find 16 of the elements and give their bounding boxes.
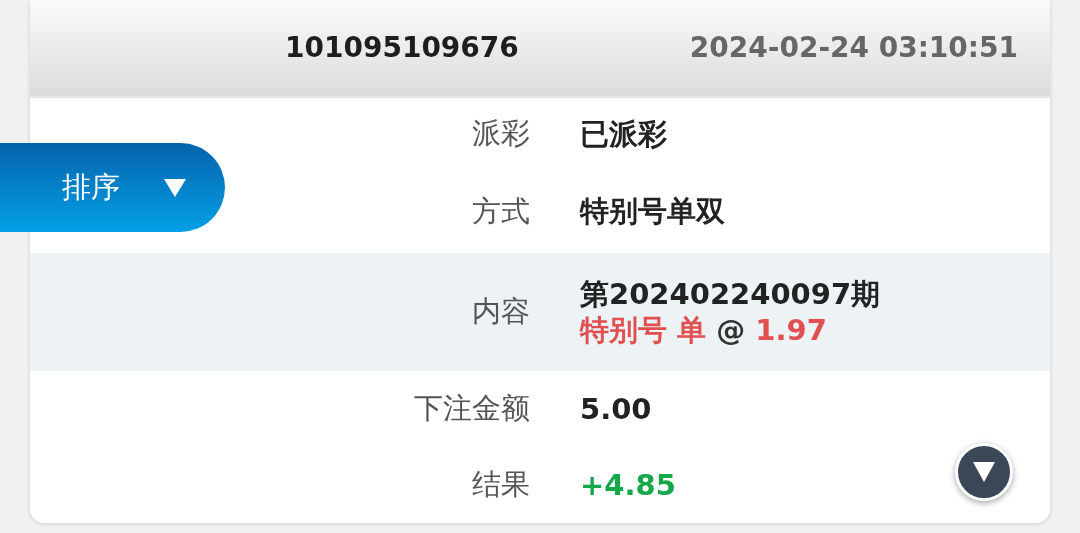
result-value: +4.85 (580, 466, 676, 504)
order-id: 101095109676 (285, 30, 519, 66)
field-label: 下注金额 (413, 390, 530, 428)
field-label: 派彩 (471, 115, 530, 153)
down-triangle-icon (973, 462, 995, 482)
field-value: 已派彩 (580, 115, 667, 153)
field-value: 5.00 (580, 390, 652, 428)
field-value: 特别号单双 (580, 193, 725, 230)
bet-selection: 特别号 单 @ 1.97 (580, 312, 828, 349)
field-label: 方式 (471, 192, 530, 230)
sort-button[interactable]: 排序 (0, 143, 225, 232)
field-label: 内容 (471, 293, 530, 331)
order-time: 2024-02-24 03:10:51 (689, 30, 1018, 66)
caret-icon (164, 178, 186, 197)
draw-period: 第202402240097期 (580, 275, 881, 312)
field-label: 结果 (471, 466, 530, 504)
